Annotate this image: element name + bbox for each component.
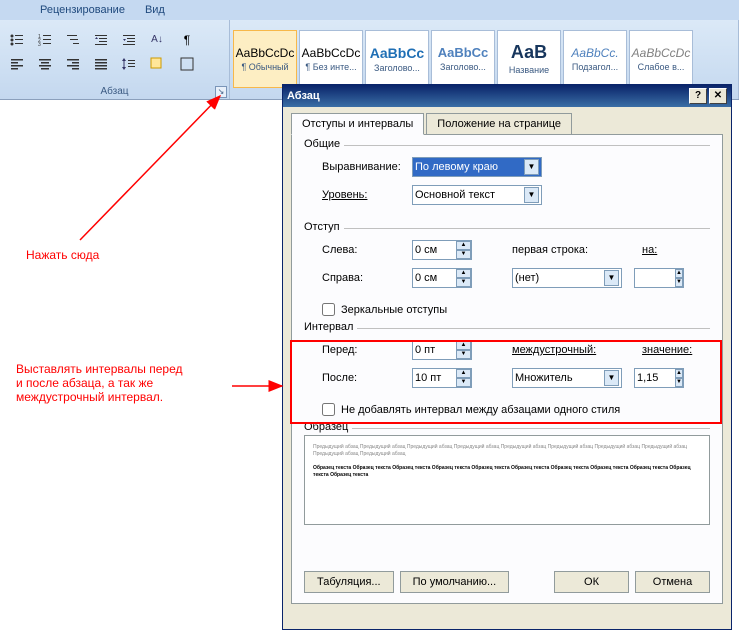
nosame-label: Не добавлять интервал между абзацами одн… (341, 404, 620, 416)
paragraph-group: 123 A↓ ¶ Абзац ↘ (0, 20, 230, 99)
style-item[interactable]: AaBbCcDc¶ Без инте... (299, 30, 363, 88)
firstline-combo[interactable]: (нет)▼ (512, 268, 622, 288)
line-spacing-button[interactable] (116, 53, 142, 75)
section-spacing-label: Интервал (304, 321, 357, 333)
nosame-checkbox[interactable] (322, 403, 335, 416)
indent-right-spinner[interactable]: ▲▼ (412, 268, 472, 288)
level-label: Уровень: (322, 189, 412, 201)
cancel-button[interactable]: Отмена (635, 571, 710, 593)
justify-button[interactable] (88, 53, 114, 75)
arrow-icon (70, 90, 240, 250)
style-item[interactable]: AaBbCc.Подзагол... (563, 30, 627, 88)
numbering-button[interactable]: 123 (32, 29, 58, 51)
svg-text:3: 3 (38, 42, 41, 48)
annotation-click-here: Нажать сюда (26, 248, 99, 262)
borders-button[interactable] (174, 53, 200, 75)
shading-button[interactable] (144, 53, 170, 75)
mirror-checkbox[interactable] (322, 303, 335, 316)
annotation-spacing: Выставлять интервалы перед и после абзац… (16, 362, 183, 404)
arrow-icon (230, 378, 290, 394)
help-button[interactable]: ? (689, 88, 707, 104)
sort-button[interactable]: A↓ (144, 29, 170, 51)
after-label: После: (322, 372, 412, 384)
tab-indents[interactable]: Отступы и интервалы (291, 113, 424, 135)
level-combo[interactable]: Основной текст▼ (412, 185, 542, 205)
style-item[interactable]: AaBbCcDcСлабое в... (629, 30, 693, 88)
by-label: на: (642, 244, 672, 256)
before-spinner[interactable]: ▲▼ (412, 340, 472, 360)
style-item[interactable]: AaBbCcЗаголово... (431, 30, 495, 88)
align-center-button[interactable] (32, 53, 58, 75)
bullets-button[interactable] (4, 29, 30, 51)
chevron-down-icon: ▼ (524, 187, 539, 203)
linespacing-label: междустрочный: (512, 344, 622, 356)
indent-right-label: Справа: (322, 272, 412, 284)
style-item[interactable]: AaBbCcЗаголово... (365, 30, 429, 88)
default-button[interactable]: По умолчанию... (400, 571, 510, 593)
mirror-label: Зеркальные отступы (341, 304, 447, 316)
section-indent-label: Отступ (304, 221, 344, 233)
before-label: Перед: (322, 344, 412, 356)
tab-position[interactable]: Положение на странице (426, 113, 572, 135)
style-item[interactable]: АаВНазвание (497, 30, 561, 88)
ribbon-tab-view[interactable]: Вид (145, 4, 165, 16)
increase-indent-button[interactable] (116, 29, 142, 51)
ribbon-tab-row: Рецензирование Вид (0, 0, 739, 20)
decrease-indent-button[interactable] (88, 29, 114, 51)
ribbon-tab-review[interactable]: Рецензирование (40, 4, 125, 16)
linespacing-combo[interactable]: Множитель▼ (512, 368, 622, 388)
indent-left-spinner[interactable]: ▲▼ (412, 240, 472, 260)
ok-button[interactable]: ОК (554, 571, 629, 593)
align-left-button[interactable] (4, 53, 30, 75)
styles-gallery[interactable]: AaBbCcDc¶ ОбычныйAaBbCcDc¶ Без инте...Aa… (232, 29, 694, 91)
after-spinner[interactable]: ▲▼ (412, 368, 472, 388)
at-label: значение: (642, 344, 692, 356)
show-marks-button[interactable]: ¶ (174, 29, 200, 51)
indent-left-label: Слева: (322, 244, 412, 256)
multilevel-button[interactable] (60, 29, 86, 51)
tabs-button[interactable]: Табуляция... (304, 571, 394, 593)
style-item[interactable]: AaBbCcDc¶ Обычный (233, 30, 297, 88)
chevron-down-icon: ▼ (524, 159, 539, 175)
dialog-title: Абзац (287, 90, 687, 102)
close-button[interactable]: ✕ (709, 88, 727, 104)
alignment-label: Выравнивание: (322, 161, 412, 173)
preview-box: Предыдущий абзац Предыдущий абзац Предыд… (304, 435, 710, 525)
paragraph-dialog: Абзац ? ✕ Отступы и интервалы Положение … (282, 84, 732, 630)
section-general-label: Общие (304, 138, 344, 150)
at-spinner[interactable]: ▲▼ (634, 368, 684, 388)
alignment-combo[interactable]: По левому краю▼ (412, 157, 542, 177)
align-right-button[interactable] (60, 53, 86, 75)
dialog-titlebar[interactable]: Абзац ? ✕ (283, 85, 731, 107)
firstline-label: первая строка: (512, 244, 622, 256)
by-spinner[interactable]: ▲▼ (634, 268, 684, 288)
section-preview-label: Образец (304, 421, 352, 433)
